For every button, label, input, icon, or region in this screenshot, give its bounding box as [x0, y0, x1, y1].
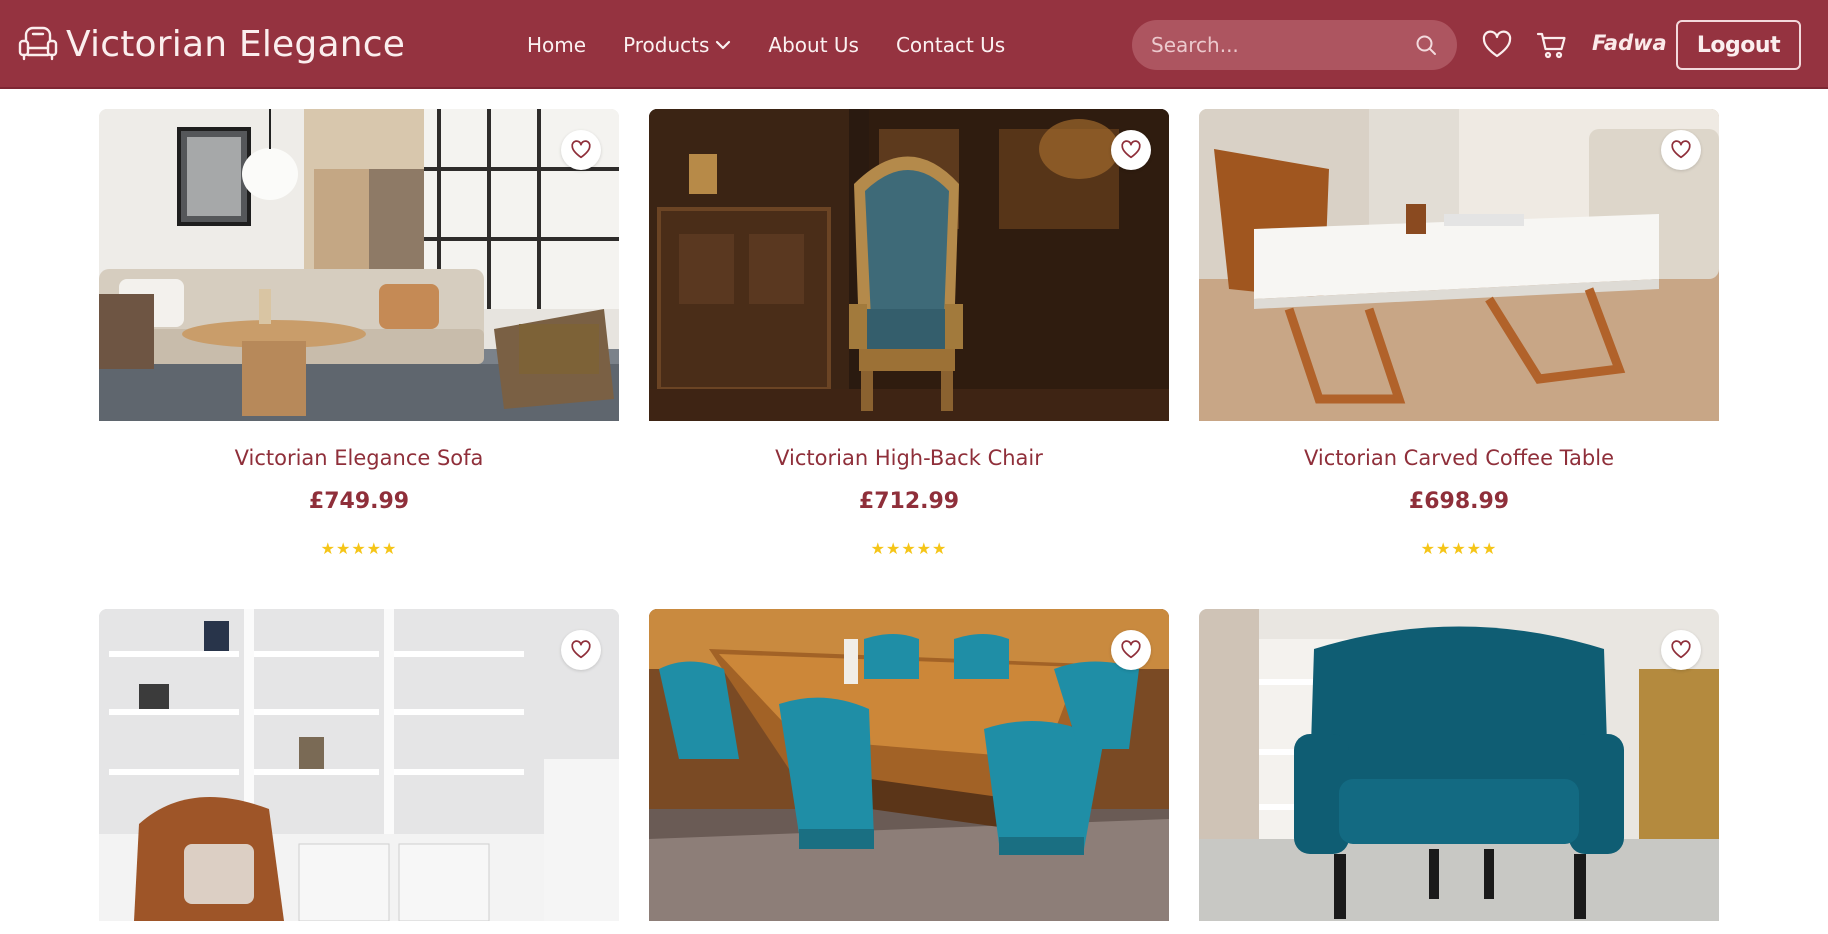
- nav-about[interactable]: About Us: [768, 33, 859, 57]
- product-image-dining-set[interactable]: [649, 609, 1169, 921]
- cart-icon[interactable]: [1536, 29, 1568, 61]
- product-rating: ★★★★★: [320, 539, 398, 558]
- favorite-button[interactable]: [1661, 130, 1701, 170]
- search-bar: [1132, 20, 1457, 70]
- navbar: Victorian Elegance Home Products About U…: [0, 0, 1828, 89]
- favorite-button[interactable]: [1111, 630, 1151, 670]
- product-card[interactable]: [1199, 609, 1719, 921]
- wishlist-heart-icon[interactable]: [1481, 29, 1513, 61]
- product-name[interactable]: Victorian High-Back Chair: [649, 446, 1169, 470]
- heart-icon: [571, 140, 591, 159]
- favorite-button[interactable]: [1661, 630, 1701, 670]
- heart-icon: [1671, 640, 1691, 659]
- product-price: £698.99: [1408, 489, 1510, 514]
- logout-button[interactable]: Logout: [1676, 20, 1801, 70]
- brand-title: Victorian Elegance: [66, 23, 406, 65]
- armchair-icon: [18, 26, 58, 61]
- carved-blue-chair-image: [649, 109, 1169, 421]
- living-room-sofa-image: [99, 109, 619, 421]
- product-card[interactable]: Victorian Elegance Sofa £749.99 ★★★★★: [99, 109, 619, 558]
- product-price: £712.99: [858, 489, 960, 514]
- heart-icon: [1671, 140, 1691, 159]
- product-image-chair[interactable]: [649, 109, 1169, 421]
- teal-armchair-image: [1199, 609, 1719, 921]
- product-image-teal-armchair[interactable]: [1199, 609, 1719, 921]
- chevron-down-icon: [716, 40, 731, 50]
- product-name[interactable]: Victorian Carved Coffee Table: [1199, 446, 1719, 470]
- nav-products-label: Products: [623, 33, 710, 57]
- search-icon[interactable]: [1414, 33, 1438, 57]
- white-coffee-table-image: [1199, 109, 1719, 421]
- product-card[interactable]: Victorian High-Back Chair £712.99 ★★★★★: [649, 109, 1169, 558]
- favorite-button[interactable]: [561, 630, 601, 670]
- product-name[interactable]: Victorian Elegance Sofa: [99, 446, 619, 470]
- search-input[interactable]: [1132, 20, 1414, 70]
- teal-dining-set-image: [649, 609, 1169, 921]
- nav-contact[interactable]: Contact Us: [896, 33, 1005, 57]
- nav-home[interactable]: Home: [527, 33, 586, 57]
- product-card[interactable]: [99, 609, 619, 921]
- product-image-coffee-table[interactable]: [1199, 109, 1719, 421]
- heart-icon: [1121, 640, 1141, 659]
- favorite-button[interactable]: [1111, 130, 1151, 170]
- heart-icon: [571, 640, 591, 659]
- product-card[interactable]: [649, 609, 1169, 921]
- product-price: £749.99: [308, 489, 410, 514]
- user-name[interactable]: Fadwa: [1592, 31, 1667, 55]
- product-card[interactable]: Victorian Carved Coffee Table £698.99 ★★…: [1199, 109, 1719, 558]
- product-image-wingback[interactable]: [99, 609, 619, 921]
- nav-products[interactable]: Products: [623, 33, 731, 57]
- heart-icon: [1121, 140, 1141, 159]
- favorite-button[interactable]: [561, 130, 601, 170]
- main-nav: Home Products About Us Contact Us: [527, 30, 1042, 60]
- brand[interactable]: Victorian Elegance: [16, 22, 405, 66]
- product-image-sofa[interactable]: [99, 109, 619, 421]
- product-rating: ★★★★★: [870, 539, 948, 558]
- product-rating: ★★★★★: [1420, 539, 1498, 558]
- leather-wingback-shelves-image: [99, 609, 619, 921]
